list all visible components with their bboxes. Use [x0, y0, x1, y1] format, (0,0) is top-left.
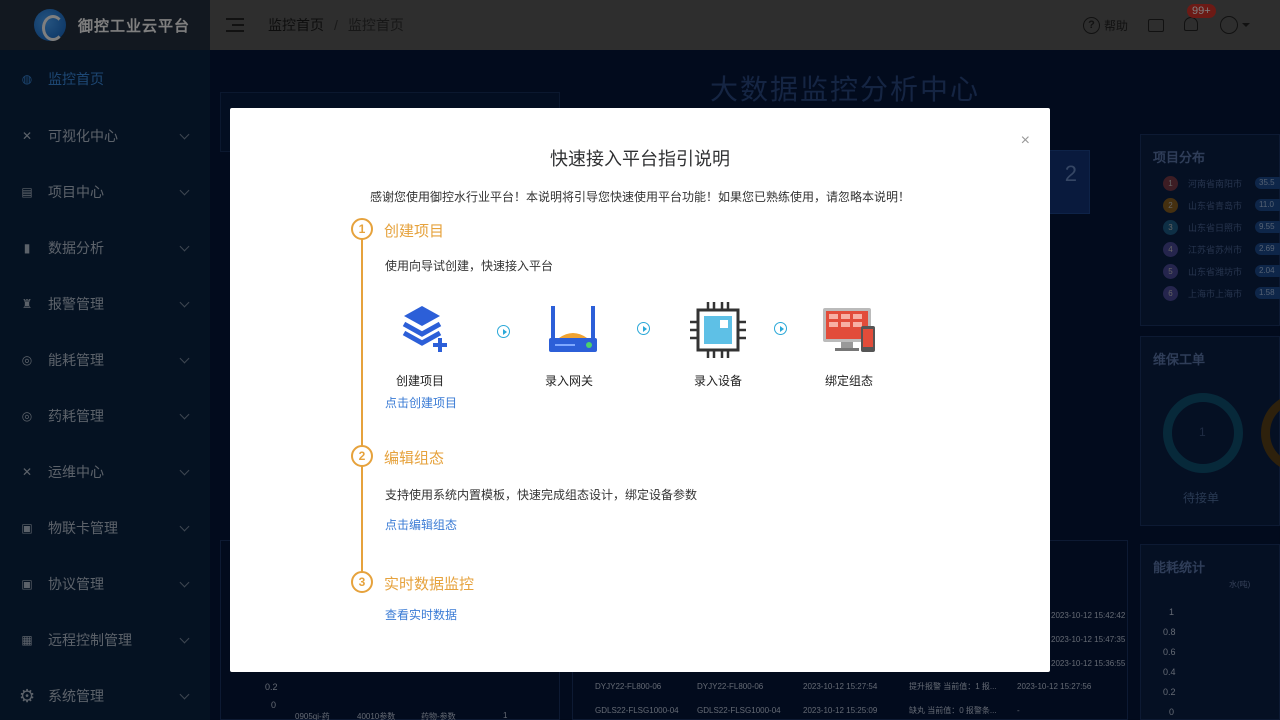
flow-create-project: 创建项目	[379, 298, 469, 388]
flow-label-create-project: 创建项目	[395, 374, 444, 388]
timeline-line	[361, 229, 363, 583]
modal-title: 快速接入平台指引说明	[550, 149, 730, 169]
edit-configuration-link[interactable]: 点击编辑组态	[385, 516, 457, 533]
step-2-desc: 支持使用系统内置模板，快速完成组态设计，绑定设备参数	[385, 488, 698, 502]
modal-intro: 感谢您使用御控水行业平台！本说明将引导您快速使用平台功能！如果您已熟练使用，请忽…	[369, 190, 910, 204]
flow-arrow-2-icon	[637, 322, 650, 335]
flow-configuration: 绑定组态	[804, 298, 894, 388]
step-3-title: 实时数据监控	[384, 576, 475, 593]
step-1-number: 1	[351, 218, 373, 240]
flow-label-gateway: 录入网关	[544, 374, 593, 388]
flow-label-configuration: 绑定组态	[824, 374, 873, 388]
view-realtime-link[interactable]: 查看实时数据	[385, 606, 457, 623]
step-1-title: 创建项目	[384, 223, 445, 240]
chip-icon	[690, 302, 746, 358]
flow-gateway: 录入网关	[528, 298, 618, 388]
step-1-desc: 使用向导试创建，快速接入平台	[385, 259, 554, 273]
layers-plus-icon	[402, 306, 447, 352]
flow-label-device: 录入设备	[693, 374, 742, 388]
step-3-number: 3	[351, 571, 373, 593]
flow-arrow-3-icon	[774, 322, 787, 335]
step-2-title: 编辑组态	[384, 450, 445, 467]
router-icon	[549, 306, 597, 352]
create-project-link[interactable]: 点击创建项目	[385, 394, 457, 411]
monitor-icon	[823, 308, 875, 352]
flow-device: 录入设备	[673, 298, 763, 388]
guide-modal: × 快速接入平台指引说明 感谢您使用御控水行业平台！本说明将引导您快速使用平台功…	[230, 108, 1050, 672]
flow-arrow-1-icon	[497, 325, 510, 338]
step-2-number: 2	[351, 445, 373, 467]
